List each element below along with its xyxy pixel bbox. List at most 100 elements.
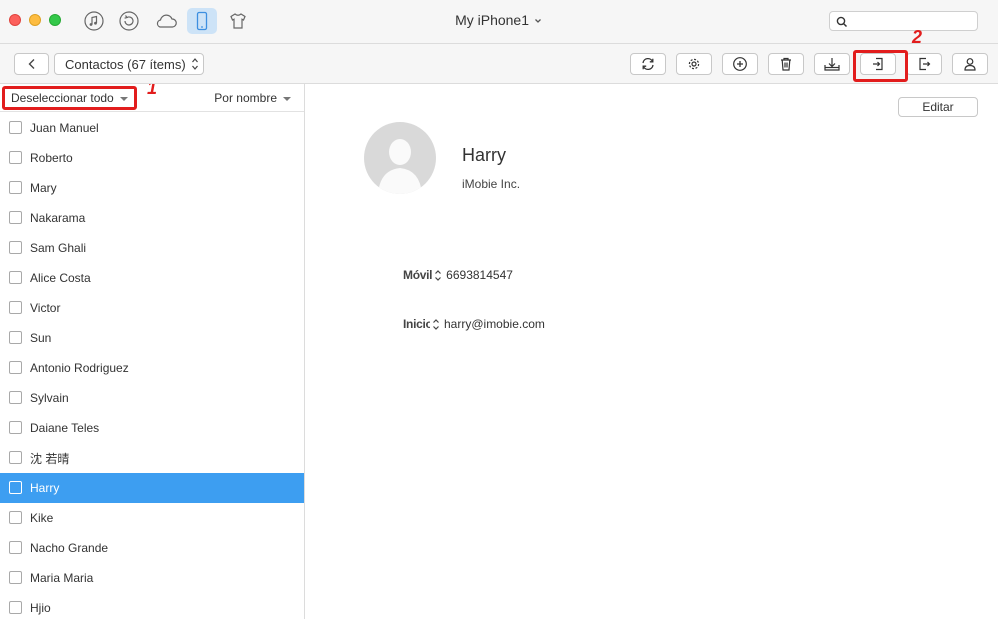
caret-down-icon xyxy=(283,96,291,101)
list-item[interactable]: Nacho Grande xyxy=(0,533,304,563)
contact-checkbox[interactable] xyxy=(9,271,22,284)
contact-name-label: 沈 若晴 xyxy=(30,451,70,466)
up-down-arrows-icon[interactable] xyxy=(432,318,440,331)
add-button[interactable] xyxy=(722,53,758,75)
contact-name-label: Sun xyxy=(30,331,52,345)
contact-list-panel: Deseleccionar todo Por nombre 1 Juan Man… xyxy=(0,84,305,619)
list-item[interactable]: Alice Costa xyxy=(0,263,304,293)
sort-dropdown[interactable]: Por nombre xyxy=(214,91,291,105)
list-item[interactable]: Kike xyxy=(0,503,304,533)
field-value[interactable]: 6693814547 xyxy=(446,268,513,282)
close-window-button[interactable] xyxy=(9,14,21,26)
list-item[interactable]: Sam Ghali xyxy=(0,233,304,263)
list-item[interactable]: Juan Manuel xyxy=(0,113,304,143)
chevron-down-icon[interactable] xyxy=(533,12,543,28)
contact-name-label: Mary xyxy=(30,181,57,195)
contact-checkbox[interactable] xyxy=(9,331,22,344)
contact-checkbox[interactable] xyxy=(9,211,22,224)
contact-checkbox[interactable] xyxy=(9,511,22,524)
list-item[interactable]: Victor xyxy=(0,293,304,323)
back-button[interactable] xyxy=(14,53,49,75)
avatar xyxy=(364,122,436,194)
contact-checkbox[interactable] xyxy=(9,301,22,314)
cloud-icon[interactable] xyxy=(151,8,181,34)
contact-name-label: Antonio Rodriguez xyxy=(30,361,129,375)
contact-name-label: Hjio xyxy=(30,601,51,615)
contact-checkbox[interactable] xyxy=(9,451,22,464)
list-item[interactable]: Maria Maria xyxy=(0,563,304,593)
list-item[interactable]: Daiane Teles xyxy=(0,413,304,443)
contact-name-label: Victor xyxy=(30,301,61,315)
contact-checkbox[interactable] xyxy=(9,481,22,494)
contact-name-label: Kike xyxy=(30,511,54,525)
contact-name-label: Sam Ghali xyxy=(30,241,87,255)
chevron-left-icon xyxy=(28,59,34,69)
contact-name: Harry xyxy=(462,145,506,165)
list-item[interactable]: Nakarama xyxy=(0,203,304,233)
step-marker-2: 2 xyxy=(912,27,923,47)
contact-list: Juan Manuel Roberto Mary Nakarama Sam Ghali A… xyxy=(0,113,304,619)
contact-checkbox[interactable] xyxy=(9,421,22,434)
highlight-import-button xyxy=(853,50,908,82)
field-label: Inicio xyxy=(403,317,430,331)
phone-icon[interactable] xyxy=(187,8,217,34)
contact-name-label: Roberto xyxy=(30,151,73,165)
list-item[interactable]: Sun xyxy=(0,323,304,353)
tshirt-icon[interactable] xyxy=(223,8,253,34)
contact-button[interactable] xyxy=(952,53,988,75)
device-title[interactable]: My iPhone1 xyxy=(455,12,529,28)
refresh-button[interactable] xyxy=(630,53,666,75)
list-item[interactable]: Antonio Rodriguez xyxy=(0,353,304,383)
contact-checkbox[interactable] xyxy=(9,181,22,194)
step-marker-1: 1 xyxy=(147,84,158,98)
field-mobile: Móvil 6693814547 xyxy=(403,268,513,282)
contact-name-label: Sylvain xyxy=(30,391,69,405)
person-silhouette-icon xyxy=(378,139,422,194)
list-item[interactable]: Mary xyxy=(0,173,304,203)
contact-name-label: Alice Costa xyxy=(30,271,91,285)
contact-name-label: Maria Maria xyxy=(30,571,94,585)
list-item[interactable]: Hjio xyxy=(0,593,304,619)
to-computer-icon xyxy=(824,58,840,71)
contact-checkbox[interactable] xyxy=(9,361,22,374)
contact-checkbox[interactable] xyxy=(9,601,22,614)
contact-name-label: Daiane Teles xyxy=(30,421,100,435)
field-label: Móvil xyxy=(403,268,433,282)
to-computer-button[interactable] xyxy=(814,53,850,75)
edit-button[interactable]: Editar xyxy=(898,97,978,117)
contact-icon xyxy=(964,58,976,71)
settings-icon xyxy=(688,58,700,70)
contact-checkbox[interactable] xyxy=(9,241,22,254)
contact-checkbox[interactable] xyxy=(9,541,22,554)
up-down-arrows-icon xyxy=(192,58,198,70)
list-item[interactable]: Sylvain xyxy=(0,383,304,413)
contact-detail-panel: Editar Harry iMobie Inc. Móvil 669381454… xyxy=(306,84,998,619)
zoom-window-button[interactable] xyxy=(49,14,61,26)
music-note-icon[interactable] xyxy=(79,8,109,34)
search-input[interactable] xyxy=(829,11,978,31)
search-icon xyxy=(836,16,848,28)
contact-checkbox[interactable] xyxy=(9,151,22,164)
contact-name-label: Harry xyxy=(30,481,60,495)
field-value[interactable]: harry@imobie.com xyxy=(444,317,545,331)
history-icon[interactable] xyxy=(114,8,144,34)
sort-label: Por nombre xyxy=(214,91,277,105)
minimize-window-button[interactable] xyxy=(29,14,41,26)
contact-checkbox[interactable] xyxy=(9,391,22,404)
toolbar: Contactos (67 ítems) 2 xyxy=(0,27,998,84)
export-icon xyxy=(919,57,931,71)
settings-button[interactable] xyxy=(676,53,712,75)
list-item[interactable]: 沈 若晴 xyxy=(0,443,304,473)
contact-name-label: Nacho Grande xyxy=(30,541,109,555)
list-item[interactable]: Harry xyxy=(0,473,304,503)
contact-checkbox[interactable] xyxy=(9,571,22,584)
list-item[interactable]: Roberto xyxy=(0,143,304,173)
add-icon xyxy=(733,57,747,71)
up-down-arrows-icon[interactable] xyxy=(434,269,442,282)
contact-checkbox[interactable] xyxy=(9,121,22,134)
delete-button[interactable] xyxy=(768,53,804,75)
category-select[interactable]: Contactos (67 ítems) xyxy=(54,53,204,75)
export-button[interactable] xyxy=(906,53,942,75)
highlight-deselect-all xyxy=(2,86,137,110)
contact-name-label: Nakarama xyxy=(30,211,86,225)
